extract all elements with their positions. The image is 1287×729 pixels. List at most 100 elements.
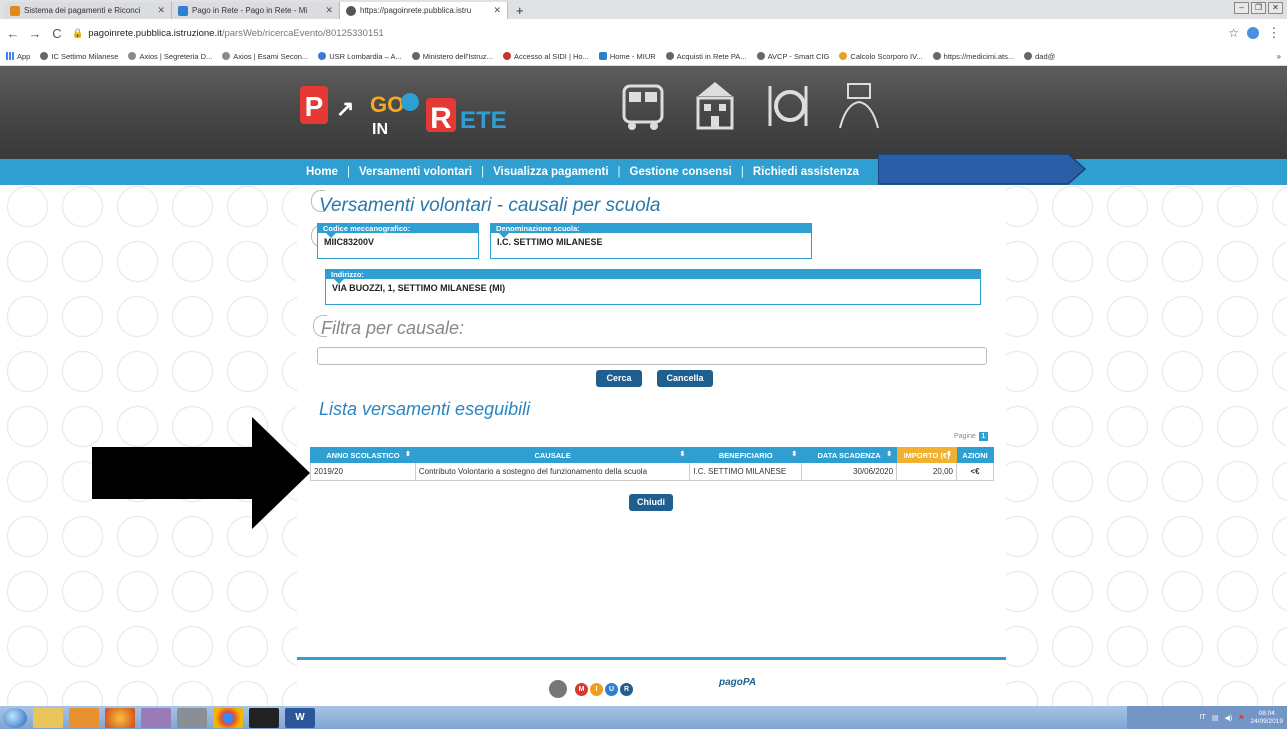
bookmark-item[interactable]: IC Settimo Milanese xyxy=(40,52,118,61)
bookmarks-overflow-icon[interactable]: » xyxy=(1277,52,1281,61)
cutlery-plate-icon xyxy=(768,86,808,126)
axios-icon xyxy=(222,52,231,60)
browser-tab[interactable]: Pago in Rete - Pago in Rete - Mi ✕ xyxy=(172,2,340,19)
column-label: BENEFICIARIO xyxy=(718,450,773,460)
bookmark-label: dad@ xyxy=(1035,51,1056,61)
col-importo[interactable]: IMPORTO (€) ⬍ xyxy=(896,447,957,463)
pago-in-rete-logo[interactable]: P ↗ GO IN R ETE xyxy=(300,82,522,148)
pages-label: Pagine xyxy=(954,433,976,440)
restore-icon[interactable]: ❐ xyxy=(1251,2,1266,14)
lock-icon: 🔒 xyxy=(72,27,84,38)
minimize-icon[interactable]: – xyxy=(1234,2,1249,14)
col-causale[interactable]: CAUSALE ⬍ xyxy=(414,447,691,463)
bookmark-item[interactable]: Axios | Esami Secon... xyxy=(222,52,308,61)
bookmark-label: USR Lombardia – A... xyxy=(329,51,402,61)
bookmark-item[interactable]: https://medicimi.ats... xyxy=(932,52,1014,61)
security-icon[interactable] xyxy=(177,707,207,728)
nav-richiedi-assistenza[interactable]: Richiedi assistenza xyxy=(744,166,868,178)
pay-action-icon[interactable]: <€ xyxy=(956,462,994,481)
tab-title: Pago in Rete - Pago in Rete - Mi xyxy=(192,6,308,15)
page-number-button[interactable]: 1 xyxy=(978,432,988,441)
cancel-button[interactable]: Cancella xyxy=(657,370,713,387)
bookmark-label: Home - MIUR xyxy=(609,51,656,61)
bookmark-item[interactable]: Ministero dell'Istruz... xyxy=(411,51,493,61)
word-icon[interactable]: W xyxy=(285,707,315,728)
bookmark-item[interactable]: Calcolo Scorporo IV... xyxy=(839,51,923,61)
col-data-scadenza[interactable]: DATA SCADENZA ⬍ xyxy=(801,447,898,463)
chrome-icon[interactable] xyxy=(213,707,243,728)
reload-icon[interactable]: C xyxy=(50,26,64,41)
bookmark-item[interactable]: Acquisti in Rete PA... xyxy=(665,52,747,61)
close-button[interactable]: Chiudi xyxy=(629,494,673,511)
tab-title: https://pagoinrete.pubblica.istru xyxy=(360,6,472,15)
list-title: Lista versamenti eseguibili xyxy=(319,399,531,419)
bookmark-label: App xyxy=(17,51,31,61)
bookmark-label: Calcolo Scorporo IV... xyxy=(850,51,923,61)
network-icon[interactable]: ▤ xyxy=(1212,714,1219,722)
field-label: Indirizzo: xyxy=(326,270,980,284)
cell-importo: 20,00 xyxy=(896,462,957,481)
close-icon[interactable]: ✕ xyxy=(325,5,333,16)
column-label: AZIONI xyxy=(962,450,988,460)
nav-versamenti-volontari[interactable]: Versamenti volontari xyxy=(350,166,481,178)
bookmark-star-icon[interactable]: ☆ xyxy=(1228,26,1239,40)
menu-icon[interactable]: ⋮ xyxy=(1267,25,1281,41)
cell-anno: 2019/20 xyxy=(310,462,416,481)
nav-visualizza-pagamenti[interactable]: Visualizza pagamenti xyxy=(484,166,617,178)
bookmark-item[interactable]: Axios | Segreteria D... xyxy=(128,52,212,61)
tab-title: Sistema dei pagamenti e Riconci xyxy=(24,6,141,15)
globe-icon xyxy=(411,52,420,60)
extension-icon[interactable] xyxy=(1247,27,1259,39)
column-label: CAUSALE xyxy=(534,450,571,460)
forward-icon[interactable]: → xyxy=(28,26,42,41)
column-label: IMPORTO (€) xyxy=(903,450,950,460)
globe-icon xyxy=(665,52,674,60)
bookmark-label: Ministero dell'Istruz... xyxy=(422,51,493,61)
causale-filter-input[interactable] xyxy=(317,347,987,365)
versamenti-table: ANNO SCOLASTICO ⬍ CAUSALE ⬍ BENEFICIARIO ⬍ … xyxy=(310,447,994,481)
footer-divider xyxy=(297,657,1006,660)
browser-tab-active[interactable]: https://pagoinrete.pubblica.istru ✕ xyxy=(340,2,508,19)
language-indicator[interactable]: IT xyxy=(1200,714,1206,721)
nav-gestione-consensi[interactable]: Gestione consensi xyxy=(621,166,741,178)
table-row: 2019/20 Contributo Volontario a sostegno… xyxy=(310,462,994,481)
search-button[interactable]: Cerca xyxy=(596,370,642,387)
sort-icon: ⬍ xyxy=(886,451,893,458)
new-tab-button[interactable]: + xyxy=(508,2,532,19)
col-anno-scolastico[interactable]: ANNO SCOLASTICO ⬍ xyxy=(310,447,416,463)
url-field[interactable]: 🔒 pagoinrete.pubblica.istruzione.it/pars… xyxy=(72,23,1220,43)
column-label: ANNO SCOLASTICO xyxy=(326,450,400,460)
clock-time: 08:04 xyxy=(1258,709,1275,717)
firefox-icon[interactable] xyxy=(105,707,135,728)
col-beneficiario[interactable]: BENEFICIARIO ⬍ xyxy=(689,447,803,463)
outlook-icon[interactable] xyxy=(69,707,99,728)
people-icon[interactable] xyxy=(141,707,171,728)
flag-icon[interactable]: ⚑ xyxy=(1238,714,1244,722)
apps-icon xyxy=(6,52,14,60)
field-value: MIIC83200V xyxy=(324,237,375,247)
back-icon[interactable]: ← xyxy=(6,26,20,41)
close-icon[interactable]: ✕ xyxy=(493,5,501,16)
bookmark-item[interactable]: Accesso al SIDI | Ho... xyxy=(502,52,589,61)
nav-home[interactable]: Home xyxy=(297,166,347,178)
window-controls: – ❐ ✕ xyxy=(1234,2,1283,14)
explorer-icon[interactable] xyxy=(33,707,63,728)
volume-icon[interactable]: ◀) xyxy=(1224,714,1232,722)
svg-text:↗: ↗ xyxy=(336,96,354,121)
bookmark-item[interactable]: Home - MIUR xyxy=(598,51,656,61)
field-label: Denominazione scuola: xyxy=(491,224,811,238)
close-icon[interactable]: ✕ xyxy=(157,5,165,16)
footer-logos: M I U R xyxy=(549,680,633,698)
bookmark-label: IC Settimo Milanese xyxy=(51,51,119,61)
bookmark-item[interactable]: dad@ xyxy=(1024,52,1055,61)
start-button[interactable] xyxy=(3,707,27,728)
close-window-icon[interactable]: ✕ xyxy=(1268,2,1283,14)
browser-tab[interactable]: Sistema dei pagamenti e Riconci ✕ xyxy=(4,2,172,19)
theater-stage-icon xyxy=(839,83,879,129)
bookmark-item[interactable]: App xyxy=(6,52,30,61)
bookmark-item[interactable]: AVCP - Smart CIG xyxy=(756,52,829,61)
clock[interactable]: 08:04 24/09/2019 xyxy=(1250,710,1283,726)
svg-text:ETE: ETE xyxy=(460,107,507,134)
command-prompt-icon[interactable] xyxy=(249,707,279,728)
bookmark-item[interactable]: USR Lombardia – A... xyxy=(318,52,402,61)
